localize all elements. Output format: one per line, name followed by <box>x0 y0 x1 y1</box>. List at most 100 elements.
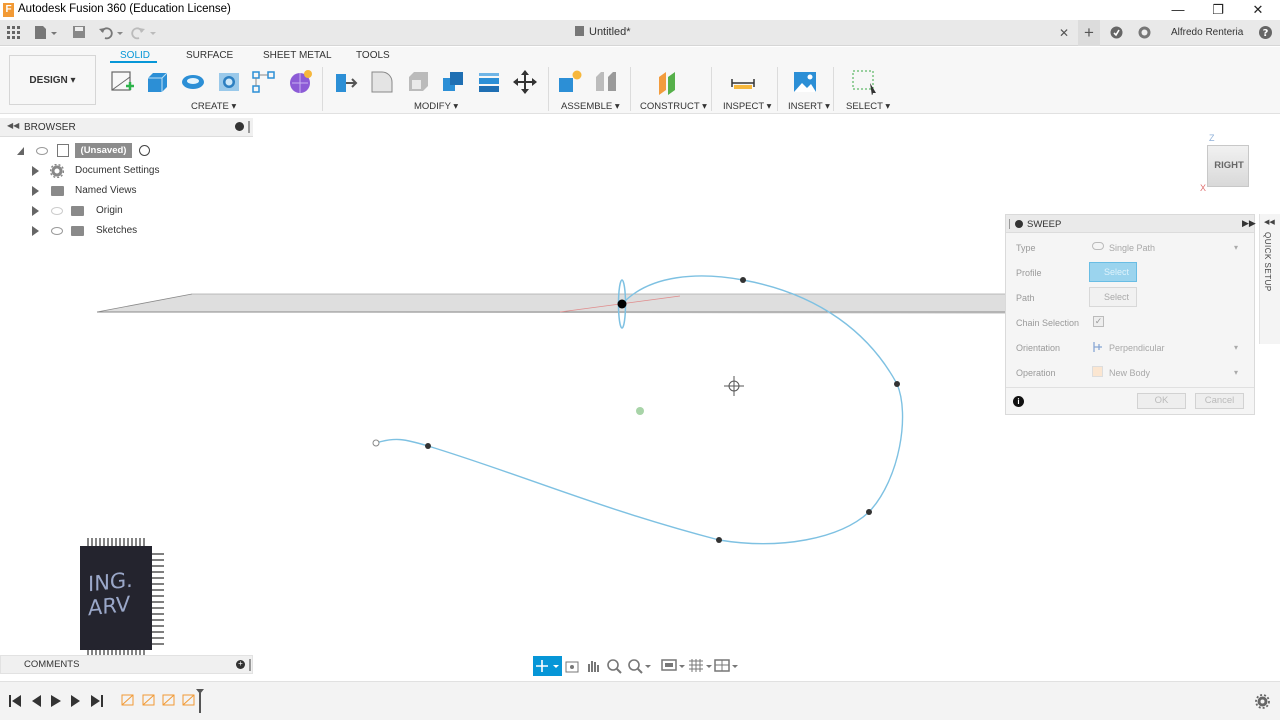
modify-menu[interactable]: MODIFY ▾ <box>414 101 458 112</box>
expand-dialog-icon[interactable]: ▶▶ <box>1242 218 1256 229</box>
view-cube[interactable]: RIGHT <box>1207 145 1249 187</box>
new-tab-icon[interactable]: + <box>1078 20 1100 46</box>
offset-plane-icon[interactable] <box>656 69 682 95</box>
grid-settings-icon[interactable] <box>688 658 714 674</box>
timeline-sketch-icon[interactable] <box>141 691 157 709</box>
ribbon-separator <box>833 67 834 111</box>
fillet-icon[interactable] <box>369 69 395 95</box>
new-component-icon[interactable] <box>557 69 583 95</box>
step-forward-icon[interactable] <box>69 694 83 708</box>
orbit-tool-button[interactable] <box>533 656 562 676</box>
assemble-menu[interactable]: ASSEMBLE ▾ <box>561 101 620 112</box>
info-icon[interactable]: i <box>1013 396 1024 407</box>
sweep-dialog: SWEEP ▶▶ Type Single Path ▾ Profile Sele… <box>1005 214 1256 415</box>
tab-solid[interactable]: SOLID <box>120 50 150 61</box>
insert-canvas-icon[interactable] <box>792 69 818 95</box>
spline-endpoint[interactable] <box>372 439 380 447</box>
timeline-marker-icon[interactable] <box>195 688 205 714</box>
play-icon[interactable] <box>49 694 63 708</box>
go-to-end-icon[interactable] <box>90 694 104 708</box>
minimize-button[interactable]: — <box>1168 2 1188 18</box>
display-settings-icon[interactable] <box>661 658 687 674</box>
path-select-button[interactable]: Select <box>1089 287 1137 307</box>
type-dropdown-icon[interactable]: ▾ <box>1234 243 1238 252</box>
viewports-icon[interactable] <box>714 658 740 674</box>
tab-tools[interactable]: TOOLS <box>356 50 390 61</box>
notifications-clock-icon[interactable] <box>1137 25 1152 40</box>
save-icon[interactable] <box>72 25 86 39</box>
title-bar: F Autodesk Fusion 360 (Education License… <box>0 0 1280 20</box>
fit-zoom-icon[interactable] <box>627 658 653 674</box>
job-status-icon[interactable] <box>1109 25 1124 40</box>
construct-menu[interactable]: CONSTRUCT ▾ <box>640 101 707 112</box>
insert-menu[interactable]: INSERT ▾ <box>788 101 830 112</box>
joint-icon[interactable] <box>593 69 619 95</box>
window-select-icon[interactable] <box>851 69 877 95</box>
tab-sheet-metal[interactable]: SHEET METAL <box>263 50 332 61</box>
ok-button[interactable]: OK <box>1137 393 1186 409</box>
combine-icon[interactable] <box>440 69 466 95</box>
move-icon[interactable] <box>512 69 538 95</box>
collapse-arrows-icon[interactable]: ◀◀ <box>1264 218 1275 226</box>
shell-icon[interactable] <box>405 69 431 95</box>
workspace-switcher[interactable]: DESIGN ▾ <box>9 55 96 105</box>
timeline-sketch-icon[interactable] <box>120 691 136 709</box>
create-menu[interactable]: CREATE ▾ <box>191 101 236 112</box>
new-body-icon <box>1092 366 1103 377</box>
step-back-icon[interactable] <box>29 694 43 708</box>
orientation-dropdown-icon[interactable]: ▾ <box>1234 343 1238 352</box>
revolve-icon[interactable] <box>180 69 206 95</box>
go-to-start-icon[interactable] <box>8 694 22 708</box>
close-window-button[interactable]: ✕ <box>1248 2 1268 18</box>
create-form-icon[interactable] <box>287 69 313 95</box>
zoom-icon[interactable] <box>606 658 622 674</box>
spline-fit-point[interactable] <box>716 537 722 543</box>
apps-grid-icon[interactable] <box>7 26 21 40</box>
comments-pin-icon[interactable] <box>249 659 251 671</box>
orientation-label: Orientation <box>1016 343 1061 353</box>
orientation-value[interactable]: Perpendicular <box>1109 343 1165 353</box>
redo-icon[interactable] <box>130 25 158 40</box>
document-tab[interactable]: Untitled* <box>575 26 631 38</box>
spline-fit-point[interactable] <box>425 443 431 449</box>
type-value[interactable]: Single Path <box>1109 243 1155 253</box>
fusion-app-icon: F <box>3 3 14 17</box>
cancel-button[interactable]: Cancel <box>1195 393 1244 409</box>
select-menu[interactable]: SELECT ▾ <box>846 101 890 112</box>
spline-fit-point[interactable] <box>740 277 746 283</box>
operation-value[interactable]: New Body <box>1109 368 1150 378</box>
extrude-icon[interactable] <box>144 69 170 95</box>
chain-selection-checkbox[interactable]: ✓ <box>1093 316 1104 327</box>
pan-hand-icon[interactable] <box>585 658 601 674</box>
timeline-bar <box>0 681 1280 720</box>
undo-icon[interactable] <box>98 25 126 40</box>
close-tab-icon[interactable]: ✕ <box>1059 26 1069 40</box>
split-body-icon[interactable] <box>476 69 502 95</box>
help-icon[interactable]: ? <box>1258 25 1273 40</box>
hole-icon[interactable] <box>216 69 242 95</box>
operation-dropdown-icon[interactable]: ▾ <box>1234 368 1238 377</box>
restore-button[interactable]: ❐ <box>1208 2 1228 18</box>
rectangular-pattern-icon[interactable] <box>251 69 277 95</box>
measure-icon[interactable] <box>730 69 756 95</box>
sweep-dialog-header[interactable]: SWEEP ▶▶ <box>1006 215 1256 233</box>
inspect-menu[interactable]: INSPECT ▾ <box>723 101 771 112</box>
timeline-sketch-icon[interactable] <box>161 691 177 709</box>
spline-fit-point[interactable] <box>894 381 900 387</box>
ribbon-separator <box>322 67 323 111</box>
user-account[interactable]: Alfredo Renteria <box>1171 27 1243 38</box>
drag-handle-icon[interactable] <box>1009 219 1010 229</box>
spline-fit-point[interactable] <box>866 509 872 515</box>
create-sketch-icon[interactable] <box>109 69 135 95</box>
quick-setup-tab[interactable]: ◀◀ QUICK SETUP <box>1259 214 1280 344</box>
profile-select-button[interactable]: Select <box>1089 262 1137 282</box>
pan-cursor-icon <box>724 376 744 396</box>
tab-surface[interactable]: SURFACE <box>186 50 233 61</box>
viewcube-x-axis: X <box>1200 183 1207 193</box>
timeline-settings-gear-icon[interactable] <box>1255 694 1270 709</box>
look-at-icon[interactable] <box>564 658 580 674</box>
profile-center-point[interactable] <box>617 299 627 309</box>
file-menu-icon[interactable] <box>34 25 58 40</box>
press-pull-icon[interactable] <box>333 69 359 95</box>
add-comment-icon[interactable]: + <box>236 660 245 669</box>
